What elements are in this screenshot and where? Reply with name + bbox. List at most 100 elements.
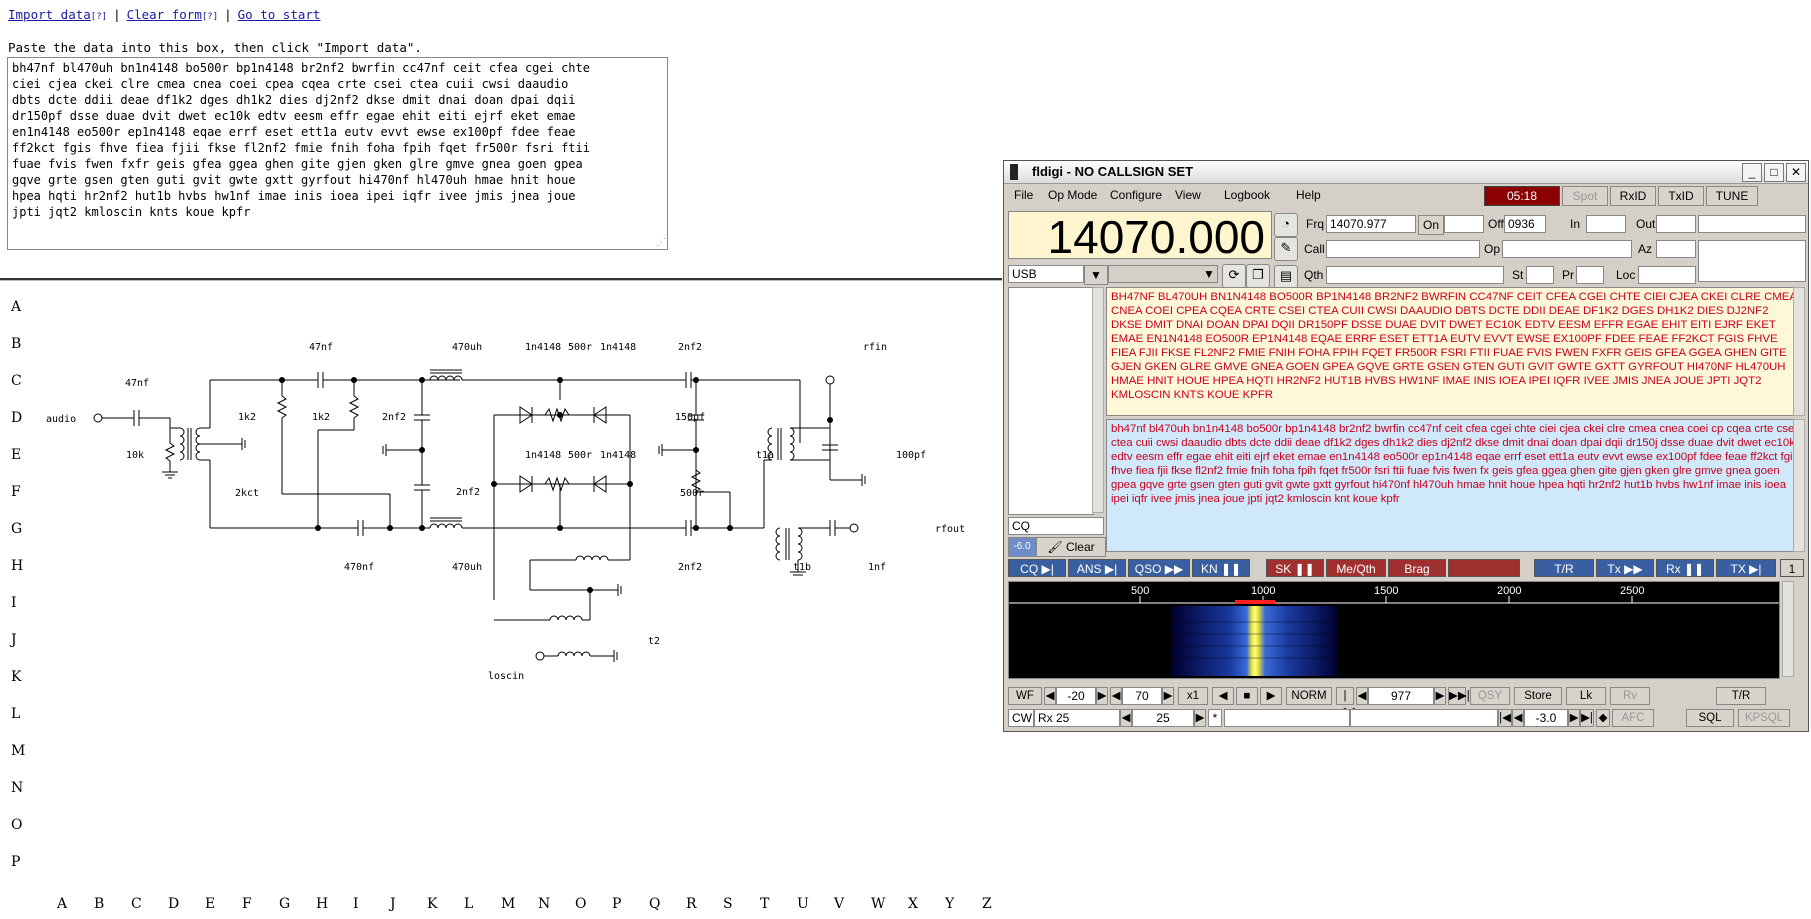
arrow-left-icon[interactable]: ◀ (1512, 709, 1524, 727)
clear-form-link[interactable]: Clear form (127, 7, 202, 22)
stop-icon[interactable]: ■ (1236, 687, 1258, 705)
chevron-down-icon[interactable]: ▼ (1200, 265, 1218, 283)
qth-field[interactable] (1326, 266, 1504, 284)
txid-button[interactable]: TxID (1658, 186, 1704, 206)
arrow-left-icon[interactable]: ◀ (1356, 687, 1368, 705)
arrow-right-icon[interactable]: ▶ (1568, 709, 1580, 727)
menu-op-mode[interactable]: Op Mode (1048, 188, 1097, 202)
macro-meqth-button[interactable]: Me/Qth (1326, 559, 1386, 577)
rxid-button[interactable]: RxID (1610, 186, 1656, 206)
lock-button[interactable]: Lk (1566, 687, 1606, 705)
arrow-right-icon[interactable]: ▶ (1434, 687, 1446, 705)
macro-qso-button[interactable]: QSO ▶▶ (1128, 559, 1190, 577)
mode-indicator[interactable]: CW (1008, 709, 1034, 727)
clock-icon[interactable]: ◔ (1274, 213, 1298, 237)
rx-scrollbar[interactable] (1793, 287, 1805, 416)
diamond-icon[interactable]: ◆ (1596, 709, 1610, 727)
clear-button[interactable]: 🖌 Clear (1036, 537, 1106, 557)
menu-configure[interactable]: Configure (1110, 188, 1162, 202)
frq-field[interactable]: 14070.977 (1326, 215, 1416, 233)
chevron-down-icon[interactable]: ▼ (1084, 265, 1108, 285)
browser-scrollbar[interactable] (1092, 287, 1104, 513)
kpsql-button[interactable]: KPSQL (1738, 709, 1790, 727)
bell-icon[interactable]: ✎ (1274, 237, 1298, 261)
window-titlebar[interactable]: fldigi - NO CALLSIGN SET _ □ ✕ (1004, 161, 1808, 184)
call-field[interactable] (1326, 240, 1480, 258)
menu-view[interactable]: View (1175, 188, 1201, 202)
log-icon[interactable]: ▤ (1274, 265, 1298, 289)
waterfall-scrollbar[interactable] (1782, 581, 1794, 677)
wf-button[interactable]: WF (1008, 687, 1042, 705)
import-help-link[interactable]: [?] (91, 12, 107, 22)
fast-forward-icon[interactable]: ▶| (1580, 709, 1594, 727)
copy-icon[interactable]: ❐ (1246, 264, 1270, 288)
macro-empty-button[interactable] (1448, 559, 1520, 577)
on-button[interactable]: On (1418, 215, 1444, 235)
norm-button[interactable]: NORM (1286, 687, 1332, 705)
frequency-display[interactable]: 14070.000 (1008, 211, 1272, 260)
in-field[interactable] (1586, 215, 1626, 233)
minimize-button[interactable]: _ (1742, 163, 1762, 182)
tr-button[interactable]: T/R (1716, 687, 1766, 705)
wf-freq-field[interactable]: 977 (1368, 687, 1434, 705)
tune-button[interactable]: TUNE (1706, 186, 1758, 206)
macro-cq-button[interactable]: CQ ▶| (1008, 559, 1066, 577)
macro-ans-button[interactable]: ANS ▶| (1068, 559, 1126, 577)
macro-tx-button[interactable]: Tx ▶▶ (1596, 559, 1654, 577)
refresh-icon[interactable]: ⟳ (1222, 264, 1246, 288)
arrow-right-icon[interactable]: ▶ (1194, 709, 1206, 727)
out-field[interactable] (1656, 215, 1696, 233)
macro-sk-button[interactable]: SK ❚❚ (1266, 559, 1324, 577)
macro-page-button[interactable]: 1 (1780, 559, 1804, 577)
afc-button[interactable]: AFC (1612, 709, 1654, 727)
spot-button[interactable]: Spot (1562, 186, 1608, 206)
rx-value-field[interactable]: 25 (1132, 709, 1194, 727)
pr-field[interactable] (1576, 266, 1604, 284)
macro-kn-button[interactable]: KN ❚❚ (1192, 559, 1250, 577)
tx-scrollbar[interactable] (1793, 419, 1805, 552)
arrow-right-icon[interactable]: ▶ (1162, 687, 1174, 705)
menu-help[interactable]: Help (1296, 188, 1321, 202)
menu-file[interactable]: File (1014, 188, 1033, 202)
mode-select[interactable]: USB (1008, 265, 1084, 283)
cq-field[interactable]: CQ (1008, 517, 1104, 535)
menu-logbook[interactable]: Logbook (1224, 188, 1270, 202)
notes-field[interactable] (1698, 240, 1806, 282)
play-icon[interactable]: ▶ (1260, 687, 1282, 705)
clear-help-link[interactable]: [?] (202, 12, 218, 22)
wf-range-field[interactable]: 70 (1122, 687, 1162, 705)
arrow-left-icon[interactable]: ◀ (1044, 687, 1056, 705)
qsy-button[interactable]: QSY (1470, 687, 1510, 705)
receive-text-pane[interactable]: BH47NF BL470UH BN1N4148 BO500R BP1N4148 … (1106, 287, 1805, 416)
arrow-left-icon[interactable]: ◀ (1120, 709, 1132, 727)
rewind-icon[interactable]: ◀ (1212, 687, 1234, 705)
resize-grip-icon[interactable]: ⋰ (656, 238, 666, 248)
on-field[interactable] (1444, 215, 1484, 233)
maximize-button[interactable]: □ (1764, 163, 1784, 182)
op-field[interactable] (1502, 240, 1632, 258)
st-field[interactable] (1526, 266, 1554, 284)
fast-rewind-icon[interactable]: |◀◀ (1336, 687, 1355, 718)
az-field[interactable] (1656, 240, 1696, 258)
fast-forward-icon[interactable]: ▶▶| (1448, 687, 1470, 705)
reverse-button[interactable]: Rv (1610, 687, 1650, 705)
off-field[interactable]: 0936 (1504, 215, 1546, 233)
arrow-left-icon[interactable]: ◀ (1110, 687, 1122, 705)
loc-field[interactable] (1638, 266, 1696, 284)
afc-value-field[interactable]: -3.0 (1524, 709, 1568, 727)
wf-low-field[interactable]: -20 (1056, 687, 1096, 705)
transmit-text-pane[interactable]: bh47nf bl470uh bn1n4148 bo500r bp1n4148 … (1106, 419, 1805, 552)
sql-button[interactable]: SQL (1686, 709, 1734, 727)
macro-txstop-button[interactable]: TX ▶| (1716, 559, 1776, 577)
fast-rewind-icon[interactable]: |◀ (1498, 709, 1512, 727)
extra-field-top[interactable] (1698, 215, 1806, 233)
data-textarea[interactable] (7, 57, 668, 250)
macro-tr-button[interactable]: T/R (1534, 559, 1594, 577)
store-button[interactable]: Store (1514, 687, 1562, 705)
macro-brag-button[interactable]: Brag (1388, 559, 1446, 577)
import-data-link[interactable]: Import data (8, 7, 91, 22)
macro-rx-button[interactable]: Rx ❚❚ (1656, 559, 1714, 577)
zoom-x1-button[interactable]: x1 (1178, 687, 1208, 705)
signal-browser[interactable] (1008, 287, 1094, 515)
close-button[interactable]: ✕ (1786, 163, 1806, 182)
